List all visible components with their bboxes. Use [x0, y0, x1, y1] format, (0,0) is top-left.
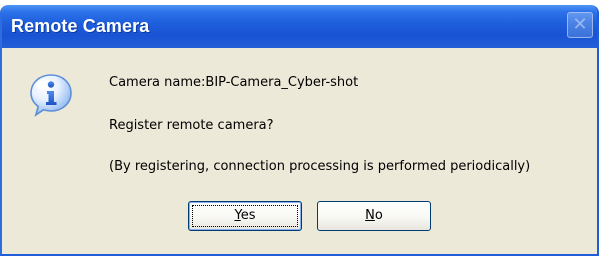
no-button-label-rest: o [374, 208, 383, 223]
yes-button-label-rest: es [240, 208, 256, 223]
register-question-text: Register remote camera? [109, 118, 274, 133]
remote-camera-dialog: Remote Camera ✕ Camera name:BIP-Camera_C… [0, 5, 599, 256]
info-icon [30, 74, 72, 117]
no-button[interactable]: No [317, 201, 431, 231]
dialog-content: Camera name:BIP-Camera_Cyber-shot Regist… [2, 48, 597, 254]
window-title: Remote Camera [11, 16, 150, 36]
close-icon: ✕ [572, 14, 588, 35]
camera-name-text: Camera name:BIP-Camera_Cyber-shot [109, 75, 359, 90]
titlebar[interactable]: Remote Camera ✕ [2, 5, 597, 48]
no-button-accelerator: N [365, 208, 375, 223]
screen: Remote Camera ✕ Camera name:BIP-Camera_C… [0, 0, 599, 256]
registration-note-text: (By registering, connection processing i… [109, 159, 531, 174]
yes-button[interactable]: Yes [188, 201, 302, 231]
close-button[interactable]: ✕ [567, 12, 593, 38]
